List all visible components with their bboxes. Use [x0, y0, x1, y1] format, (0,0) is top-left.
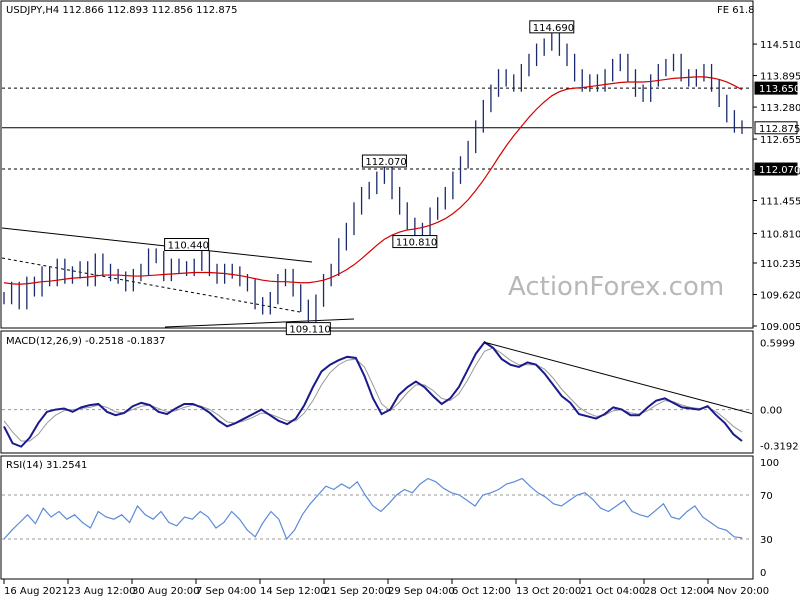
rsi-y-tick-label: 70 — [760, 491, 773, 502]
x-tick-label: 28 Oct 12:00 — [644, 586, 709, 597]
y-tick-label: 112.655 — [760, 135, 800, 146]
x-tick-label: 13 Oct 20:00 — [516, 586, 581, 597]
annotation-label: 112.070 — [365, 157, 406, 168]
y-tick-label: 110.810 — [760, 230, 800, 241]
annotation-label: 110.440 — [168, 241, 209, 252]
x-tick-label: 30 Aug 20:00 — [132, 586, 199, 597]
macd-y-tick-label: 0.00 — [760, 406, 782, 417]
x-tick-label: 21 Oct 04:00 — [580, 586, 645, 597]
x-tick-label: 7 Sep 04:00 — [196, 586, 256, 597]
annotation-label: 109.110 — [289, 325, 330, 336]
level-tag-label: 112.070 — [759, 165, 800, 176]
x-tick-label: 16 Aug 2021 — [4, 586, 68, 597]
rsi-y-tick-label: 100 — [760, 458, 779, 469]
macd-y-tick-label: -0.3192 — [760, 441, 799, 452]
chart-canvas: USDJPY,H4 112.866 112.893 112.856 112.87… — [0, 0, 800, 600]
rsi-y-tick-label: 0 — [760, 568, 766, 579]
x-tick-label: 21 Sep 20:00 — [324, 586, 391, 597]
x-tick-label: 6 Oct 12:00 — [452, 586, 511, 597]
y-tick-label: 113.895 — [760, 72, 800, 83]
annotation-label: 110.810 — [396, 238, 437, 249]
y-tick-label: 110.235 — [760, 259, 800, 270]
level-tag-label: 113.650 — [759, 84, 800, 95]
price-header: USDJPY,H4 112.866 112.893 112.856 112.87… — [6, 5, 237, 16]
level-tag-label: 112.875 — [759, 124, 800, 135]
y-tick-label: 113.280 — [760, 103, 800, 114]
y-tick-label: 109.005 — [760, 322, 800, 333]
y-tick-label: 111.455 — [760, 197, 800, 208]
x-tick-label: 23 Aug 12:00 — [68, 586, 135, 597]
y-tick-label: 109.620 — [760, 291, 800, 302]
x-tick-label: 4 Nov 20:00 — [708, 586, 769, 597]
indicator-label: FE 61.8 — [717, 5, 755, 16]
rsi-y-tick-label: 30 — [760, 535, 773, 546]
y-tick-label: 114.510 — [760, 40, 800, 51]
macd-header: MACD(12,26,9) -0.2518 -0.1837 — [6, 336, 166, 347]
rsi-header: RSI(14) 31.2541 — [6, 460, 87, 471]
watermark: ActionForex.com — [508, 272, 724, 302]
macd-y-tick-label: 0.5999 — [760, 338, 795, 349]
x-tick-label: 14 Sep 12:00 — [260, 586, 327, 597]
x-tick-label: 29 Sep 04:00 — [388, 586, 455, 597]
annotation-label: 114.690 — [533, 23, 574, 34]
